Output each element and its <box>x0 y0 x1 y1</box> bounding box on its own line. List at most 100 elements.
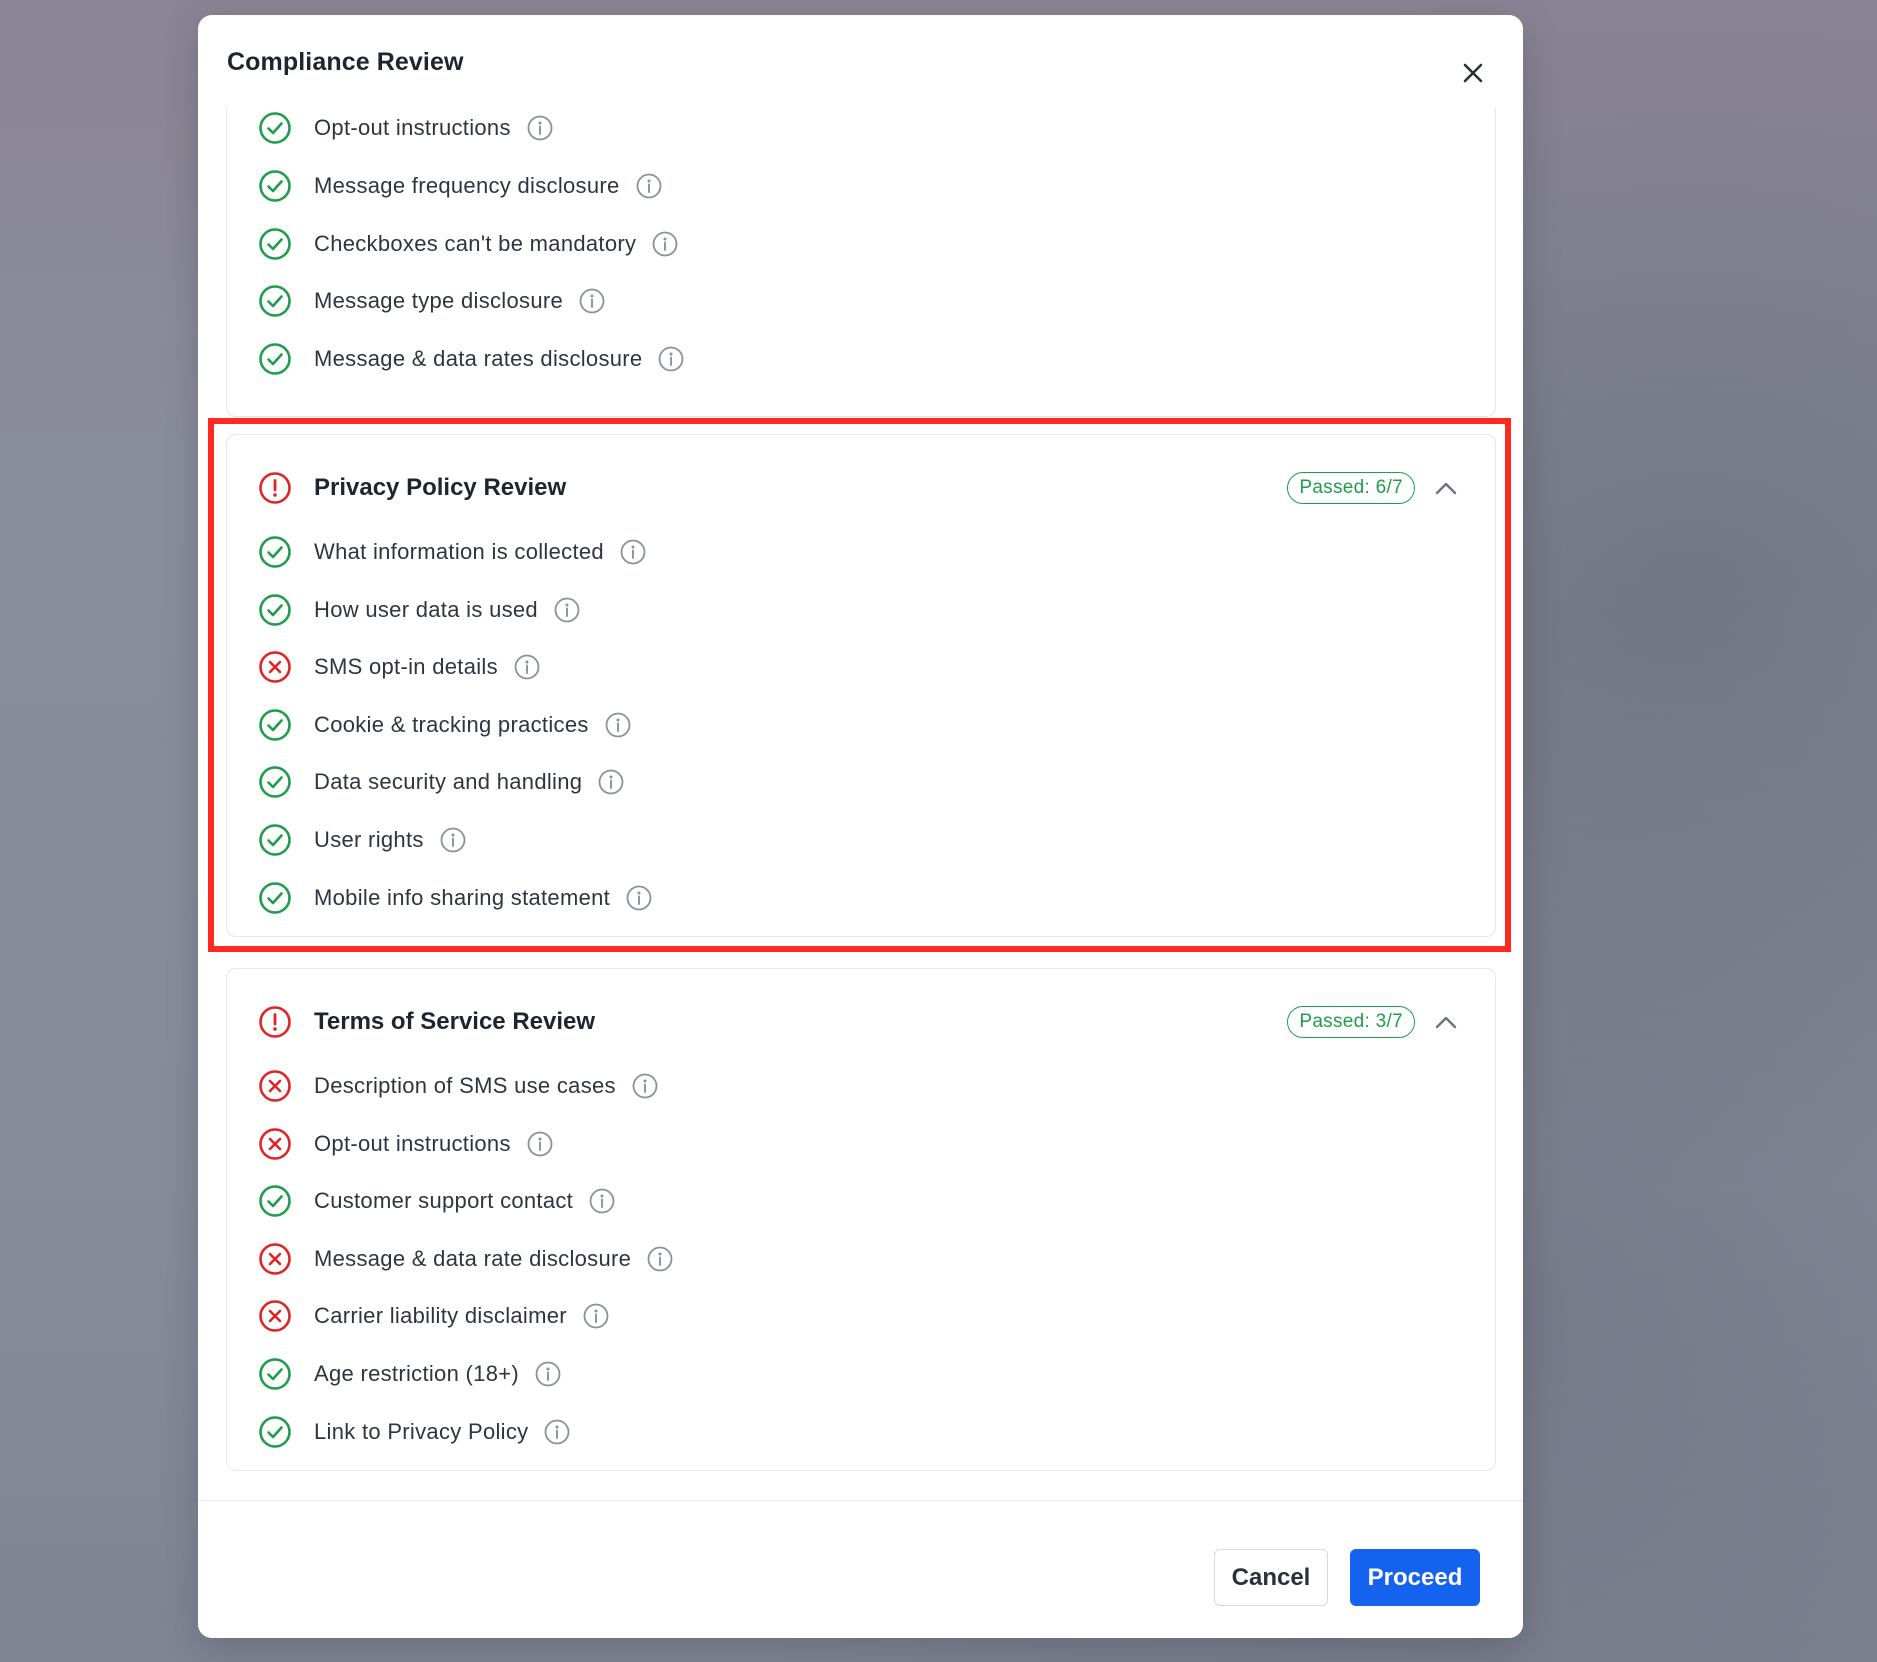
pass-check-icon <box>257 168 293 204</box>
check-item-label: Description of SMS use cases <box>314 1073 616 1098</box>
section-header: Privacy Policy Review <box>257 468 566 508</box>
check-item-label: Age restriction (18+) <box>314 1361 519 1386</box>
pass-check-icon <box>257 592 293 628</box>
pass-check-icon <box>257 283 293 319</box>
fail-x-icon <box>257 1241 293 1277</box>
check-item: SMS opt-in details <box>257 647 541 687</box>
terms-of-service-review-card: Terms of Service Review Passed: 3/7 Desc… <box>226 968 1496 1471</box>
info-icon[interactable] <box>534 1360 562 1388</box>
warning-icon <box>257 1004 293 1040</box>
check-item-label: Message & data rates disclosure <box>314 346 643 371</box>
info-icon[interactable] <box>513 653 541 681</box>
check-item: Age restriction (18+) <box>257 1354 562 1394</box>
check-item: Message & data rate disclosure <box>257 1239 674 1279</box>
pass-check-icon <box>257 1356 293 1392</box>
check-item-label: What information is collected <box>314 539 604 564</box>
check-item-label: Message & data rate disclosure <box>314 1246 632 1271</box>
check-item-label: Message type disclosure <box>314 288 564 313</box>
check-item-label: Cookie & tracking practices <box>314 712 589 737</box>
info-icon[interactable] <box>553 596 581 624</box>
check-item-label: Opt-out instructions <box>314 1131 511 1156</box>
fail-x-icon <box>257 1298 293 1334</box>
check-item: User rights <box>257 820 467 860</box>
warning-icon <box>257 470 293 506</box>
close-icon <box>1463 63 1483 83</box>
pass-check-icon <box>257 341 293 377</box>
modal-title: Compliance Review <box>227 48 464 76</box>
info-icon[interactable] <box>582 1302 610 1330</box>
info-icon[interactable] <box>543 1418 571 1446</box>
opt-in-review-card: Opt-out instructions Message frequency d… <box>226 107 1496 417</box>
check-item-label: Mobile info sharing statement <box>314 885 611 910</box>
info-icon[interactable] <box>631 1072 659 1100</box>
pass-check-icon <box>257 1183 293 1219</box>
check-item: Checkboxes can't be mandatory <box>257 224 679 264</box>
proceed-button[interactable]: Proceed <box>1350 1549 1480 1606</box>
passed-badge: Passed: 6/7 <box>1287 472 1415 504</box>
fail-x-icon <box>257 1068 293 1104</box>
info-icon[interactable] <box>588 1187 616 1215</box>
section-title: Privacy Policy Review <box>314 474 567 501</box>
chevron-up-icon <box>1435 482 1457 495</box>
info-icon[interactable] <box>625 884 653 912</box>
info-icon[interactable] <box>651 230 679 258</box>
info-icon[interactable] <box>439 826 467 854</box>
check-item: Message frequency disclosure <box>257 166 663 206</box>
check-item-label: Checkboxes can't be mandatory <box>314 231 637 256</box>
cancel-button[interactable]: Cancel <box>1214 1549 1328 1606</box>
check-item: What information is collected <box>257 532 647 572</box>
info-icon[interactable] <box>578 287 606 315</box>
info-icon[interactable] <box>597 768 625 796</box>
check-item: Opt-out instructions <box>257 1124 554 1164</box>
check-item: Message type disclosure <box>257 281 606 321</box>
close-button[interactable] <box>1459 59 1487 87</box>
pass-check-icon <box>257 226 293 262</box>
check-item-label: Message frequency disclosure <box>314 173 620 198</box>
collapse-toggle[interactable] <box>1433 475 1459 501</box>
fail-x-icon <box>257 649 293 685</box>
pass-check-icon <box>257 764 293 800</box>
info-icon[interactable] <box>604 711 632 739</box>
chevron-up-icon <box>1435 1016 1457 1029</box>
review-scroll-area[interactable]: Opt-out instructions Message frequency d… <box>198 107 1523 1515</box>
check-item: Data security and handling <box>257 762 625 802</box>
check-item: Cookie & tracking practices <box>257 705 632 745</box>
modal-footer: Cancel Proceed <box>198 1500 1523 1638</box>
check-item-label: Link to Privacy Policy <box>314 1419 529 1444</box>
pass-check-icon <box>257 110 293 146</box>
pass-check-icon <box>257 880 293 916</box>
collapse-toggle[interactable] <box>1433 1009 1459 1035</box>
check-item-label: Customer support contact <box>314 1188 574 1213</box>
pass-check-icon <box>257 822 293 858</box>
info-icon[interactable] <box>526 114 554 142</box>
modal-header: Compliance Review <box>198 15 1523 107</box>
section-title: Terms of Service Review <box>314 1008 596 1035</box>
check-item-label: Data security and handling <box>314 769 583 794</box>
info-icon[interactable] <box>646 1245 674 1273</box>
compliance-review-modal: Compliance Review Opt-out instructions M… <box>198 15 1523 1638</box>
section-header: Terms of Service Review <box>257 1002 595 1042</box>
check-item-label: User rights <box>314 827 424 852</box>
check-item: Opt-out instructions <box>257 108 554 148</box>
check-item-label: How user data is used <box>314 597 538 622</box>
info-icon[interactable] <box>619 538 647 566</box>
pass-check-icon <box>257 707 293 743</box>
check-item: Carrier liability disclaimer <box>257 1296 610 1336</box>
check-item-label: Carrier liability disclaimer <box>314 1303 567 1328</box>
pass-check-icon <box>257 1414 293 1450</box>
check-item-label: SMS opt-in details <box>314 654 498 679</box>
pass-check-icon <box>257 534 293 570</box>
check-item: Message & data rates disclosure <box>257 339 685 379</box>
check-item: Mobile info sharing statement <box>257 878 653 918</box>
check-item: How user data is used <box>257 590 581 630</box>
info-icon[interactable] <box>657 345 685 373</box>
check-item: Description of SMS use cases <box>257 1066 659 1106</box>
check-item: Customer support contact <box>257 1181 616 1221</box>
fail-x-icon <box>257 1126 293 1162</box>
passed-badge: Passed: 3/7 <box>1287 1006 1415 1038</box>
info-icon[interactable] <box>526 1130 554 1158</box>
info-icon[interactable] <box>635 172 663 200</box>
privacy-policy-review-card: Privacy Policy Review Passed: 6/7 What i… <box>226 434 1496 937</box>
check-item-label: Opt-out instructions <box>314 115 511 140</box>
check-item: Link to Privacy Policy <box>257 1412 571 1452</box>
